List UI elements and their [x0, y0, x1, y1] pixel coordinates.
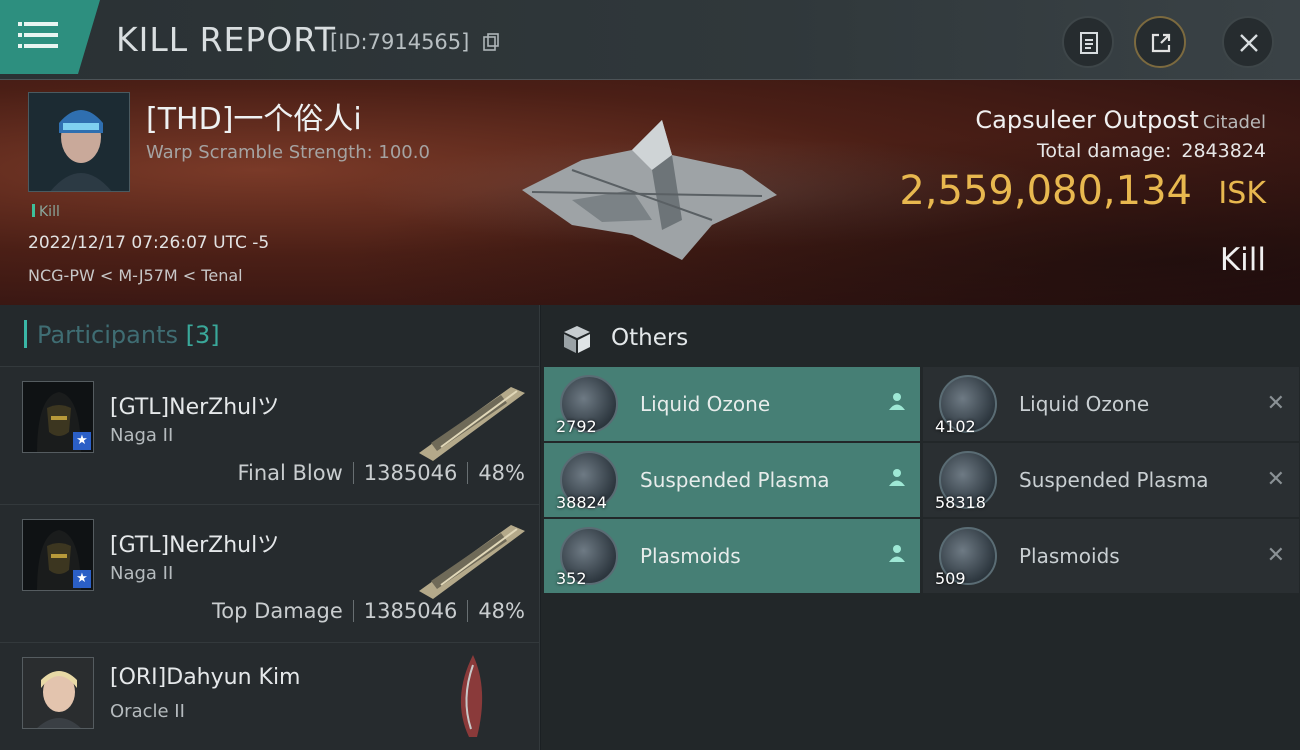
isk-value: 2,559,080,134 [899, 168, 1192, 214]
participant-avatar [22, 657, 94, 729]
report-button[interactable] [1062, 16, 1114, 68]
target-ship-class: Citadel [1202, 112, 1266, 133]
others-panel: Others 2792 Liquid Ozone 38824 Suspended… [541, 305, 1300, 750]
dropped-item[interactable]: 38824 Suspended Plasma [544, 443, 920, 517]
item-name: Plasmoids [1019, 544, 1120, 568]
destroyed-x-icon: ✕ [1266, 543, 1285, 568]
close-icon [1240, 34, 1258, 52]
isk-unit: ISK [1218, 176, 1266, 211]
victim-detail: Warp Scramble Strength: 100.0 [146, 142, 430, 163]
participant-ship: Oracle II [110, 701, 185, 722]
victim-name: [THD]一个俗人i [146, 102, 362, 137]
target-ship[interactable]: Capsuleer Outpost Citadel [975, 106, 1266, 134]
destroyed-x-icon: ✕ [1266, 467, 1285, 492]
total-damage-label: Total damage: [1036, 140, 1172, 162]
star-icon: ★ [73, 570, 91, 588]
participant-row[interactable]: [ORI]Dahyun Kim Oracle II [0, 643, 539, 750]
item-name: Suspended Plasma [1019, 468, 1209, 492]
participant-damage: 1385046 [363, 599, 458, 623]
item-quantity: 58318 [935, 493, 986, 512]
share-button[interactable] [1134, 16, 1186, 68]
star-icon: ★ [73, 432, 91, 450]
participant-ship: Naga II [110, 425, 174, 446]
hamburger-icon [18, 22, 58, 26]
participant-damage: 1385046 [363, 461, 458, 485]
character-avatar [29, 93, 129, 191]
cargo-box-icon [564, 326, 590, 353]
item-name: Plasmoids [640, 544, 741, 568]
participants-panel: Participants [3] ★ [GTL]NerZhulツ Naga II… [0, 305, 540, 750]
top-bar: KILL REPORT [ID:7914565] [0, 0, 1300, 80]
kill-summary: [THD]一个俗人i Warp Scramble Strength: 100.0… [0, 80, 1300, 305]
participant-avatar: ★ [22, 519, 94, 591]
destroyed-item[interactable]: 509 Plasmoids ✕ [923, 519, 1299, 593]
divider [467, 600, 469, 622]
kill-location[interactable]: NCG-PW < M-J57M < Tenal [28, 266, 243, 285]
dropped-item[interactable]: 352 Plasmoids [544, 519, 920, 593]
participant-name: [ORI]Dahyun Kim [110, 665, 301, 690]
participants-title: Participants [37, 321, 178, 349]
item-name: Suspended Plasma [640, 468, 830, 492]
participant-name: [GTL]NerZhulツ [110, 395, 280, 420]
person-icon [888, 467, 906, 493]
item-name: Liquid Ozone [640, 392, 771, 416]
item-name: Liquid Ozone [1019, 392, 1150, 416]
participant-role: Final Blow [237, 461, 343, 485]
participant-row[interactable]: ★ [GTL]NerZhulツ Naga II Final Blow 138504… [0, 367, 539, 505]
participant-stats: Top Damage 1385046 48% [212, 599, 525, 623]
result-label: Kill [1219, 242, 1266, 278]
others-title: Others [611, 325, 689, 351]
menu-button[interactable] [0, 0, 100, 74]
structure-image [522, 120, 777, 260]
participant-stats: Final Blow 1385046 48% [237, 461, 525, 485]
item-quantity: 352 [556, 569, 587, 588]
victim-portrait[interactable] [28, 92, 130, 192]
destroyed-item[interactable]: 58318 Suspended Plasma ✕ [923, 443, 1299, 517]
kill-tag: Kill [32, 204, 60, 220]
kill-timestamp: 2022/12/17 07:26:07 UTC -5 [28, 233, 270, 253]
participant-role: Top Damage [212, 599, 343, 623]
participant-name: [GTL]NerZhulツ [110, 533, 280, 558]
participants-header: Participants [3] [0, 305, 539, 367]
share-icon [1151, 33, 1171, 53]
participant-ship: Naga II [110, 563, 174, 584]
item-quantity: 2792 [556, 417, 597, 436]
divider [352, 462, 354, 484]
weapon-icon [419, 525, 525, 599]
participant-row[interactable]: ★ [GTL]NerZhulツ Naga II Top Damage 138504… [0, 505, 539, 643]
total-damage: Total damage: 2843824 [1037, 140, 1266, 162]
participants-count: [3] [185, 321, 220, 349]
divider [352, 600, 354, 622]
item-quantity: 4102 [935, 417, 976, 436]
ship-icon [460, 655, 483, 737]
section-marker [24, 320, 27, 348]
destroyed-item[interactable]: 4102 Liquid Ozone ✕ [923, 367, 1299, 441]
participant-avatar: ★ [22, 381, 94, 453]
report-id: [ID:7914565] [330, 30, 470, 54]
dropped-item[interactable]: 2792 Liquid Ozone [544, 367, 920, 441]
others-header: Others [541, 305, 1300, 367]
person-icon [888, 391, 906, 417]
total-damage-value: 2843824 [1181, 140, 1266, 162]
item-quantity: 38824 [556, 493, 607, 512]
page-title: KILL REPORT [116, 20, 336, 59]
participant-percent: 48% [478, 599, 525, 623]
destroyed-x-icon: ✕ [1266, 391, 1285, 416]
divider [467, 462, 469, 484]
close-button[interactable] [1222, 16, 1274, 68]
target-ship-name: Capsuleer Outpost [975, 106, 1199, 134]
weapon-icon [419, 387, 525, 461]
item-quantity: 509 [935, 569, 966, 588]
clipboard-icon [1080, 32, 1098, 54]
participant-percent: 48% [478, 461, 525, 485]
person-icon [888, 543, 906, 569]
copy-icon[interactable] [482, 32, 500, 52]
character-avatar [23, 658, 93, 728]
